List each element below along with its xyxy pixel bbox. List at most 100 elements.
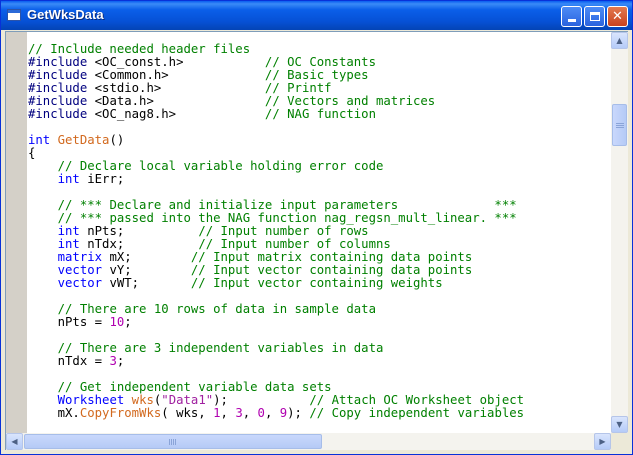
vertical-scrollbar[interactable]: ▲ ▼ <box>611 32 628 433</box>
code-token-comment: // Get independent variable data sets <box>57 380 332 394</box>
code-token-comment: // Input vector containing data points <box>190 263 473 277</box>
scroll-left-button[interactable]: ◀ <box>6 433 23 450</box>
editor-gutter[interactable] <box>6 32 27 433</box>
code-token-keyword: int <box>57 172 80 186</box>
code-token-comment: // *** passed into the NAG function nag_… <box>57 211 517 225</box>
code-token-number: 1 <box>213 406 221 420</box>
horizontal-scrollbar[interactable]: ◀ ▶ <box>6 433 611 450</box>
code-token-preproc: #include <box>28 81 88 95</box>
code-token-comment: // Vectors and matrices <box>264 94 436 108</box>
minimize-icon <box>567 19 576 22</box>
code-token-text: , <box>242 406 258 420</box>
code-token-comment: // There are 10 rows of data in sample d… <box>57 302 376 316</box>
code-line[interactable]: int GetData() <box>28 134 124 147</box>
maximize-icon <box>589 12 600 21</box>
close-button[interactable]: ✕ <box>607 6 628 27</box>
code-token-comment: // OC Constants <box>264 55 376 69</box>
code-token-keyword: vector <box>57 276 103 290</box>
code-token-function: CopyFromWks <box>79 406 162 420</box>
scroll-right-icon: ▶ <box>599 437 606 446</box>
code-token-text: nTdx = <box>28 354 110 368</box>
window-app-icon[interactable] <box>7 9 21 21</box>
code-token-text: ); <box>287 406 310 420</box>
code-token-comment: // NAG function <box>264 107 376 121</box>
editor-window: GetWksData ✕ // Include needed header fi… <box>0 0 633 455</box>
code-token-keyword: Worksheet <box>57 393 125 407</box>
code-token-comment: // *** Declare and initialize input para… <box>57 198 517 212</box>
code-line[interactable]: vector vWT; // Input vector containing w… <box>28 277 443 290</box>
code-token-string: "Data1" <box>161 393 214 407</box>
code-line[interactable]: nTdx = 3; <box>28 354 125 368</box>
code-token-keyword: int <box>57 237 80 251</box>
code-token-text: <OC_const.h> <box>87 55 265 69</box>
code-token-text: nPts; <box>79 224 199 238</box>
maximize-button[interactable] <box>584 6 605 27</box>
scroll-up-icon: ▲ <box>616 36 623 45</box>
code-area[interactable]: // Include needed header files #include <… <box>28 43 608 431</box>
minimize-button[interactable] <box>561 6 582 27</box>
code-token-keyword: vector <box>57 263 103 277</box>
code-token-keyword: matrix <box>57 250 103 264</box>
code-token-text: <stdio.h> <box>87 81 265 95</box>
code-token-text: <OC_nag8.h> <box>87 107 265 121</box>
code-token-preproc: #include <box>28 94 88 108</box>
grip-icon <box>615 122 624 128</box>
code-token-text: , <box>264 406 280 420</box>
scroll-right-button[interactable]: ▶ <box>594 433 611 450</box>
code-token-function: wks <box>131 393 154 407</box>
code-token-comment: // There are 3 independent variables in … <box>57 341 384 355</box>
code-token-comment: // Input vector containing weights <box>190 276 443 290</box>
code-token-number: 10 <box>109 315 125 329</box>
code-token-comment: // Printf <box>264 81 332 95</box>
code-token-text: ; <box>124 315 132 329</box>
code-token-text: ( wks, <box>161 406 214 420</box>
code-token-text: mX. <box>28 406 80 420</box>
code-token-function: GetData <box>57 133 110 147</box>
vertical-scroll-thumb[interactable] <box>612 104 627 146</box>
code-editor[interactable]: // Include needed header files #include <… <box>5 31 628 450</box>
scroll-down-icon: ▼ <box>616 420 623 429</box>
code-token-keyword: int <box>28 133 51 147</box>
code-token-keyword: int <box>57 224 80 238</box>
code-line[interactable]: int iErr; <box>28 172 125 186</box>
scrollbar-corner <box>611 433 628 450</box>
code-token-number: 0 <box>257 406 265 420</box>
scroll-up-button[interactable]: ▲ <box>611 32 628 49</box>
horizontal-scroll-thumb[interactable] <box>24 434 322 449</box>
code-token-text: vY; <box>102 263 191 277</box>
code-token-comment: // Attach OC Worksheet object <box>309 393 525 407</box>
window-title: GetWksData <box>27 7 104 22</box>
code-line[interactable]: #include <OC_nag8.h> // NAG function <box>28 108 376 121</box>
code-token-text: ; <box>116 354 125 368</box>
code-token-comment: // Input matrix containing data points <box>190 250 473 264</box>
code-token-text: , <box>220 406 236 420</box>
code-token-text: iErr; <box>79 172 125 186</box>
title-bar[interactable]: GetWksData ✕ <box>1 1 632 30</box>
code-token-comment: // Basic types <box>264 68 369 82</box>
code-token-preproc: #include <box>28 68 88 82</box>
code-token-preproc: #include <box>28 107 88 121</box>
code-token-text: <Common.h> <box>87 68 265 82</box>
code-token-number: 3 <box>235 406 243 420</box>
scroll-down-button[interactable]: ▼ <box>611 416 628 433</box>
code-token-comment: // Copy independent variables <box>309 406 525 420</box>
code-token-comment: // Declare local variable holding error … <box>57 159 384 173</box>
code-line[interactable]: nPts = 10; <box>28 316 132 329</box>
grip-icon <box>169 438 177 445</box>
code-token-text: <Data.h> <box>87 94 265 108</box>
code-token-text: { <box>28 146 36 160</box>
code-line[interactable]: mX.CopyFromWks( wks, 1, 3, 0, 9); // Cop… <box>28 407 524 420</box>
